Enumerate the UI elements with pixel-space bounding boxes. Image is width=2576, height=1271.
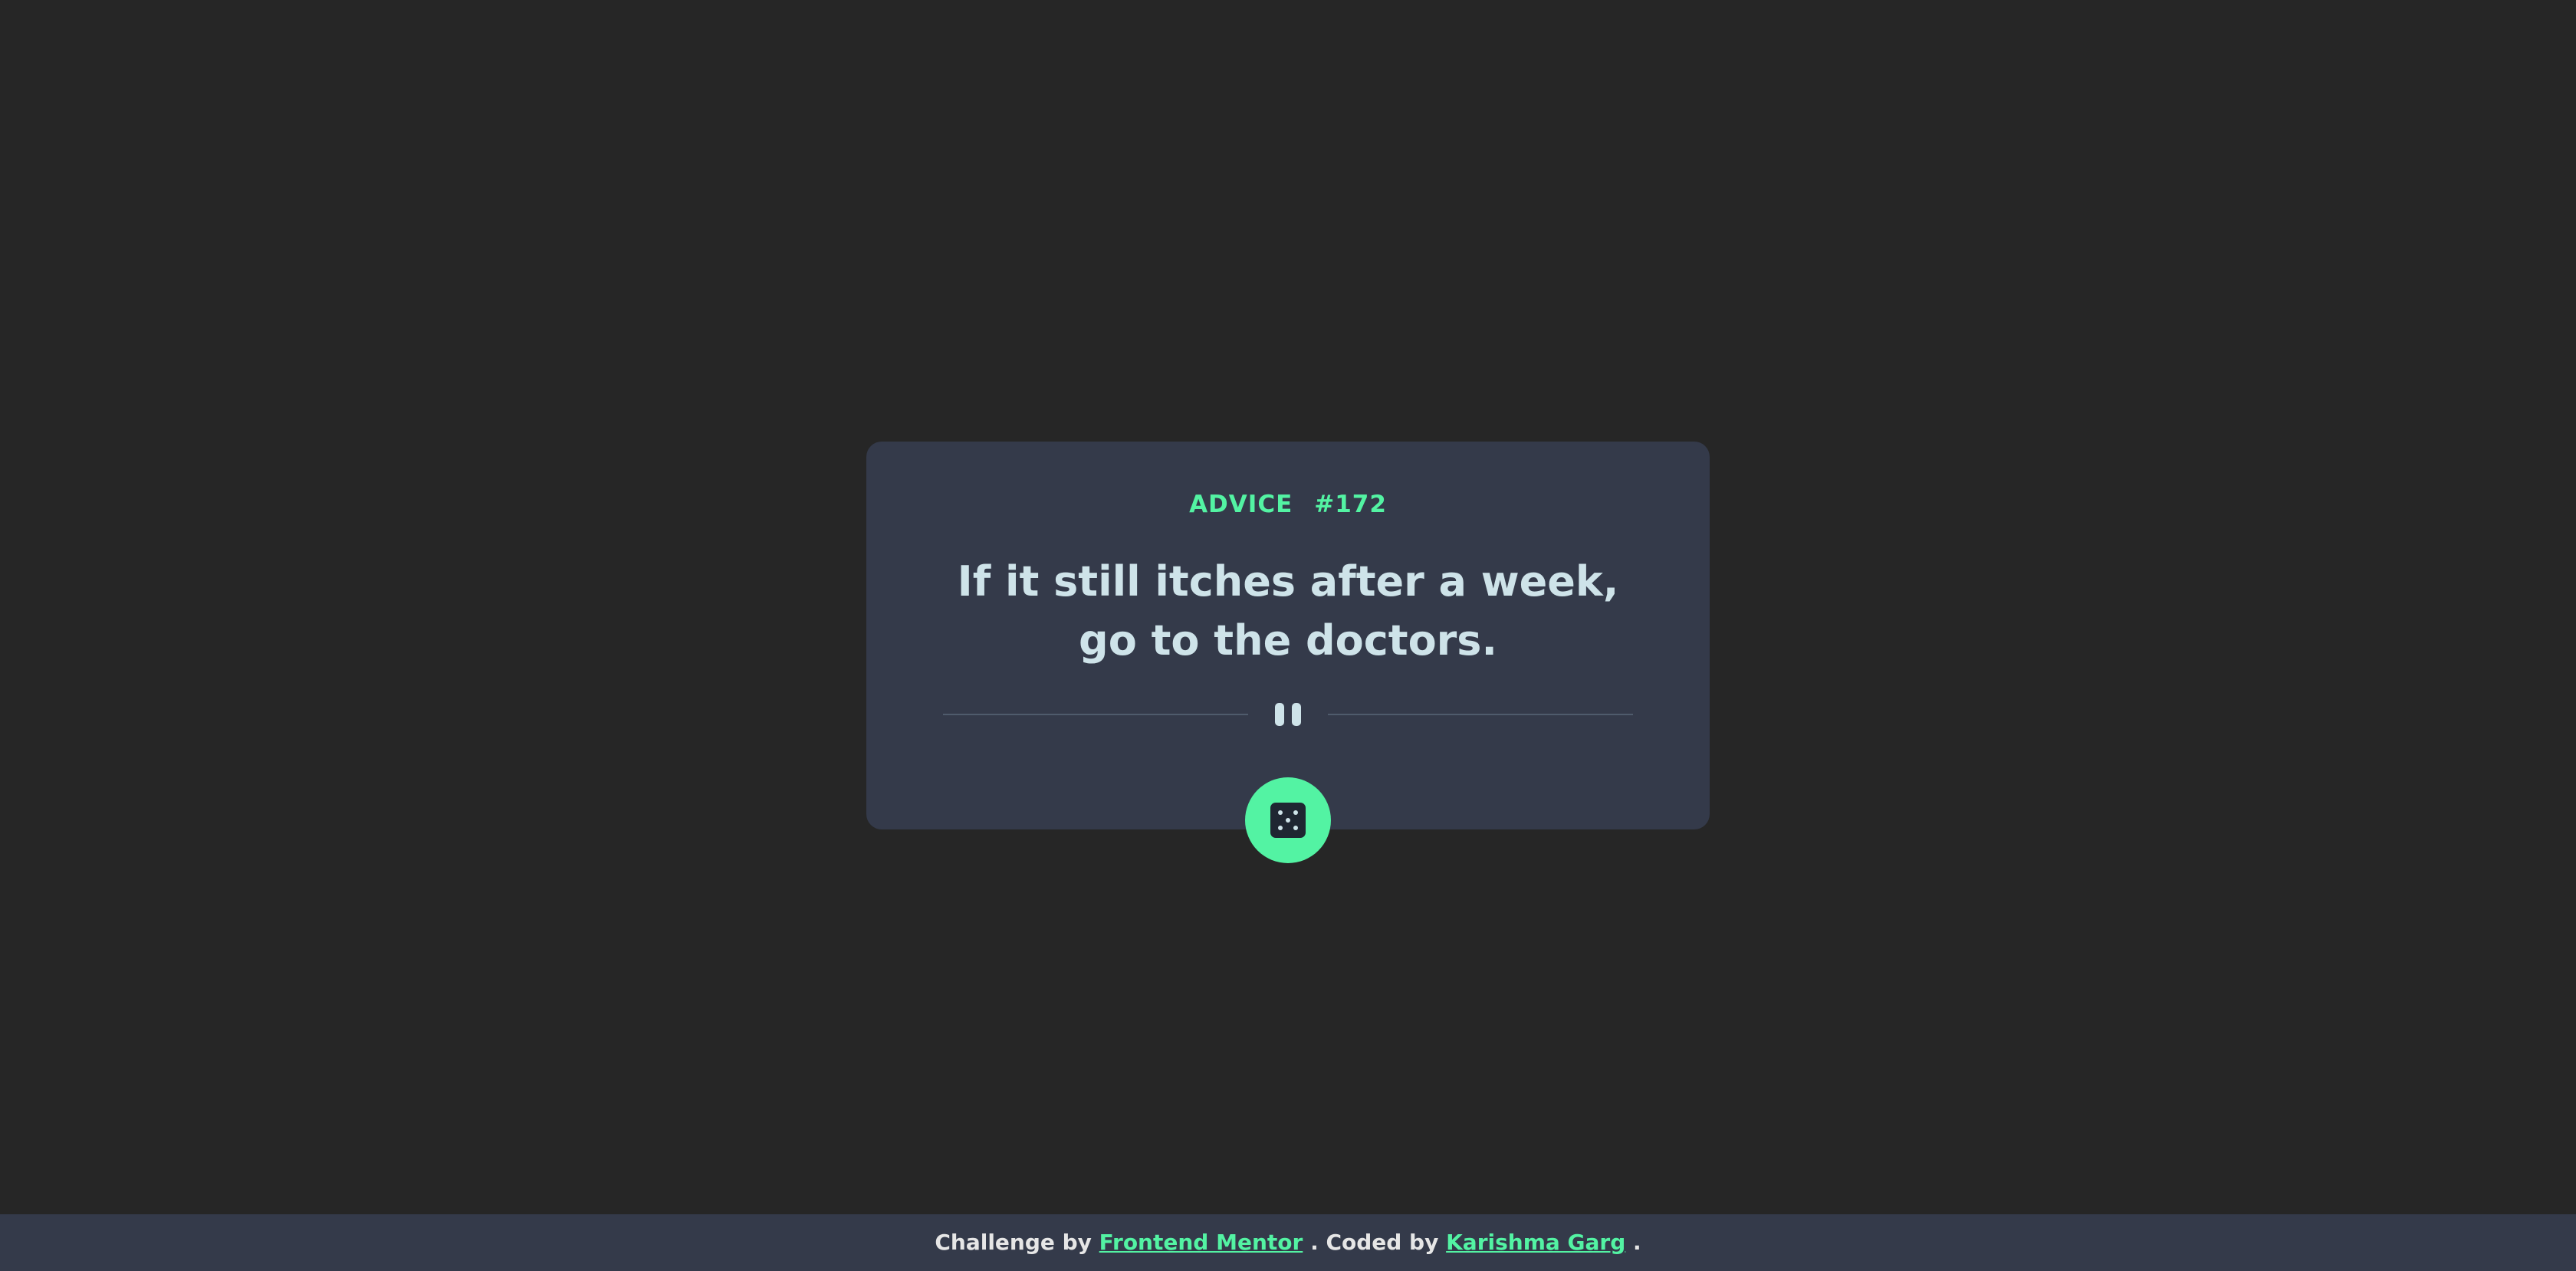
pause-icon: [1273, 701, 1303, 728]
dice-icon: [1270, 803, 1306, 838]
coded-by-text: . Coded by: [1310, 1230, 1439, 1255]
footer-end-text: .: [1633, 1230, 1641, 1255]
advice-quote: If it still itches after a week, go to t…: [951, 552, 1625, 670]
attribution-footer: Challenge by Frontend Mentor . Coded by …: [0, 1214, 2576, 1271]
frontend-mentor-link[interactable]: Frontend Mentor: [1099, 1230, 1303, 1255]
page: If it still itches after a week, go to t…: [0, 0, 2576, 1271]
divider-line-right: [1328, 714, 1633, 715]
advice-quote-text: If it still itches after a week, go to t…: [957, 557, 1619, 665]
author-link[interactable]: Karishma Garg: [1446, 1230, 1625, 1255]
pattern-divider: [943, 701, 1633, 728]
divider-line-left: [943, 714, 1248, 715]
challenge-by-text: Challenge by: [935, 1230, 1092, 1255]
advice-number: #172: [1314, 491, 1387, 518]
new-advice-button[interactable]: [1245, 777, 1331, 863]
advice-heading: ADVICE #172: [0, 486, 2576, 523]
advice-label: ADVICE: [1189, 491, 1293, 518]
